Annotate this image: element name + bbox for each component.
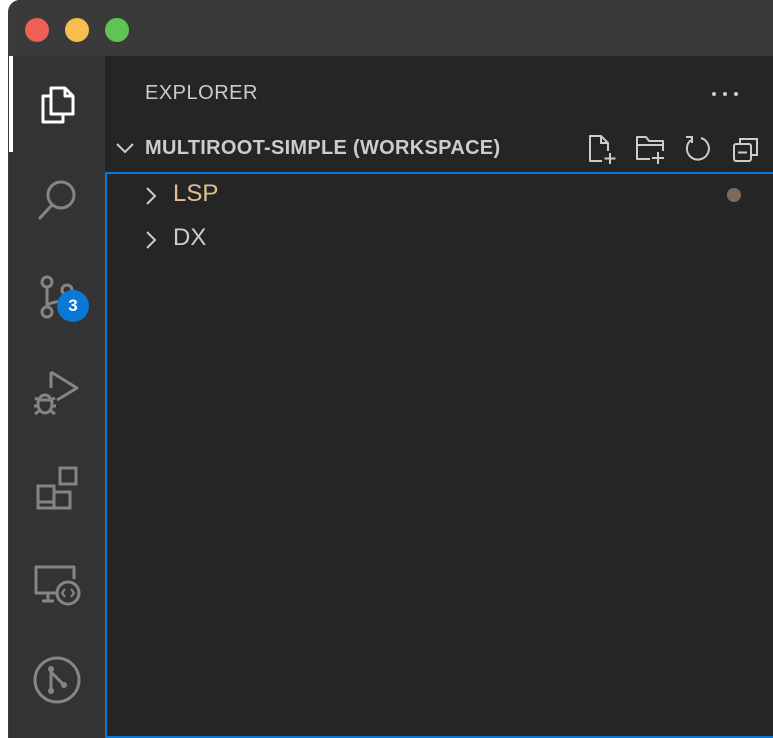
new-file-icon bbox=[589, 135, 616, 164]
remote-explorer-icon bbox=[34, 565, 81, 606]
active-indicator bbox=[9, 56, 13, 152]
activity-git-graph[interactable] bbox=[9, 632, 105, 728]
workspace-title: MULTIROOT-SIMPLE (WORKSPACE) bbox=[145, 137, 501, 159]
sidebar-title: EXPLORER bbox=[145, 82, 258, 104]
activity-extensions[interactable] bbox=[9, 440, 105, 536]
vscode-window: 3 EXPLORER MULTIROOT-SIMPLE (WORKSPACE) … bbox=[8, 0, 773, 738]
activity-explorer[interactable] bbox=[9, 56, 105, 152]
activity-source-control[interactable]: 3 bbox=[9, 248, 105, 344]
refresh-button[interactable] bbox=[681, 132, 715, 166]
search-icon bbox=[38, 180, 76, 220]
activity-run-debug[interactable] bbox=[9, 344, 105, 440]
source-control-badge: 3 bbox=[57, 290, 89, 322]
more-actions-button[interactable] bbox=[705, 76, 745, 112]
modified-indicator bbox=[727, 188, 741, 202]
folder-tree: LSP DX bbox=[105, 172, 773, 738]
activity-bar: 3 bbox=[9, 56, 105, 738]
chevron-down-icon bbox=[116, 143, 134, 154]
files-icon bbox=[41, 86, 75, 124]
extensions-icon bbox=[36, 466, 78, 510]
activity-remote-explorer[interactable] bbox=[9, 536, 105, 632]
tree-item-label: DX bbox=[173, 224, 207, 251]
ellipsis-icon bbox=[712, 92, 738, 96]
workspace-actions bbox=[585, 132, 763, 166]
tree-item-dx[interactable]: DX bbox=[107, 218, 773, 262]
tree-item-lsp[interactable]: LSP bbox=[107, 174, 773, 218]
new-folder-icon bbox=[636, 136, 664, 164]
title-bar bbox=[9, 0, 773, 56]
new-folder-button[interactable] bbox=[633, 132, 667, 166]
tree-item-label: LSP bbox=[173, 180, 219, 207]
refresh-icon bbox=[685, 136, 710, 161]
collapse-all-icon bbox=[733, 138, 758, 162]
new-file-button[interactable] bbox=[585, 132, 619, 166]
chevron-right-icon bbox=[146, 231, 157, 249]
chevron-right-icon bbox=[146, 187, 157, 205]
activity-search[interactable] bbox=[9, 152, 105, 248]
explorer-sidebar: EXPLORER MULTIROOT-SIMPLE (WORKSPACE) LS… bbox=[105, 56, 773, 738]
run-debug-icon bbox=[34, 370, 79, 416]
zoom-window-button[interactable] bbox=[105, 18, 129, 42]
minimize-window-button[interactable] bbox=[65, 18, 89, 42]
close-window-button[interactable] bbox=[25, 18, 49, 42]
git-graph-icon bbox=[33, 656, 81, 704]
collapse-all-button[interactable] bbox=[729, 132, 763, 166]
workspace-header[interactable]: MULTIROOT-SIMPLE (WORKSPACE) bbox=[105, 128, 773, 168]
